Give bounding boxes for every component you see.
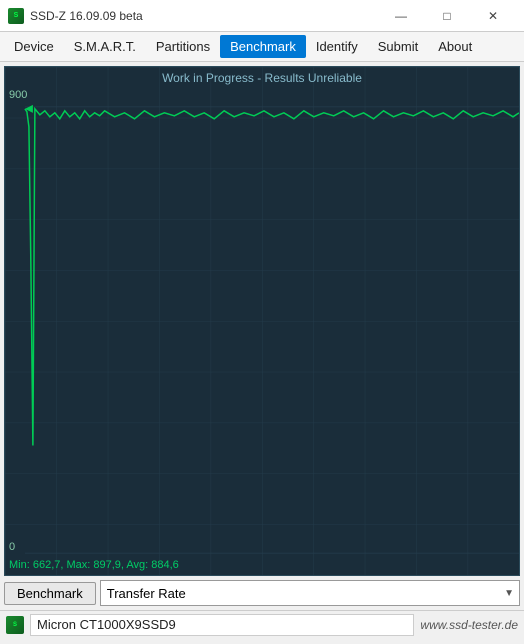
menu-smart[interactable]: S.M.A.R.T. xyxy=(64,35,146,58)
menu-submit[interactable]: Submit xyxy=(368,35,428,58)
title-bar: S SSD-Z 16.09.09 beta — □ ✕ xyxy=(0,0,524,32)
title-bar-title: SSD-Z 16.09.09 beta xyxy=(30,9,143,23)
bottom-toolbar: Benchmark Transfer Rate ▼ xyxy=(0,576,524,610)
chart-title: Work in Progress - Results Unreliable xyxy=(5,71,519,85)
chart-y-min: 0 xyxy=(9,541,15,553)
chart-stats: Min: 662,7, Max: 897,9, Avg: 884,6 xyxy=(9,559,179,571)
menu-partitions[interactable]: Partitions xyxy=(146,35,220,58)
minimize-button[interactable]: — xyxy=(378,0,424,32)
chart-area: Work in Progress - Results Unreliable 90… xyxy=(4,66,520,576)
status-drive-name: Micron CT1000X9SSD9 xyxy=(30,614,414,636)
transfer-rate-wrapper: Transfer Rate ▼ xyxy=(100,580,520,606)
menu-bar: Device S.M.A.R.T. Partitions Benchmark I… xyxy=(0,32,524,62)
menu-device[interactable]: Device xyxy=(4,35,64,58)
status-app-icon: S xyxy=(6,616,24,634)
status-website: www.ssd-tester.de xyxy=(420,618,518,632)
title-bar-controls: — □ ✕ xyxy=(378,0,516,32)
transfer-rate-select[interactable]: Transfer Rate xyxy=(100,580,520,606)
chart-svg xyxy=(5,67,519,575)
benchmark-button[interactable]: Benchmark xyxy=(4,582,96,605)
chart-y-max: 900 xyxy=(9,89,27,101)
title-bar-left: S SSD-Z 16.09.09 beta xyxy=(8,8,143,24)
maximize-button[interactable]: □ xyxy=(424,0,470,32)
close-button[interactable]: ✕ xyxy=(470,0,516,32)
menu-about[interactable]: About xyxy=(428,35,482,58)
status-bar: S Micron CT1000X9SSD9 www.ssd-tester.de xyxy=(0,610,524,638)
app-icon: S xyxy=(8,8,24,24)
menu-identify[interactable]: Identify xyxy=(306,35,368,58)
menu-benchmark[interactable]: Benchmark xyxy=(220,35,306,58)
